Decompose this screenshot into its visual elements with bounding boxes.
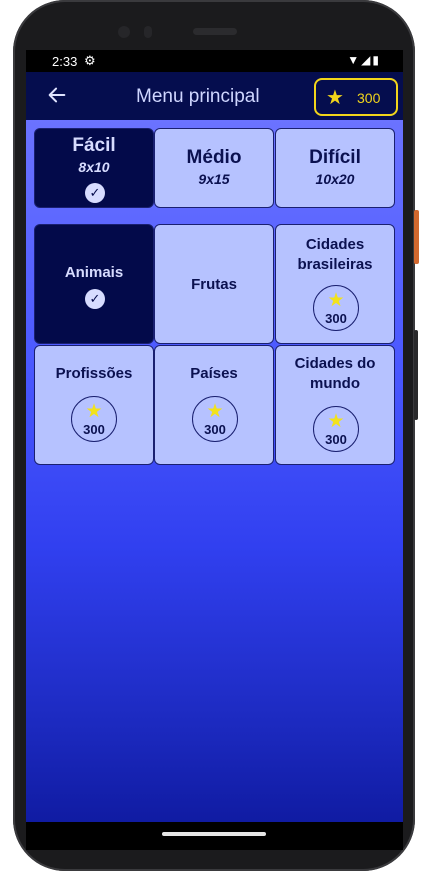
- front-sensor: [144, 26, 152, 38]
- unlock-cost: 300: [204, 422, 226, 437]
- difficulty-medium[interactable]: Médio 9x15: [154, 128, 274, 208]
- unlock-cost-badge: ★ 300: [71, 396, 117, 442]
- category-name: Cidades brasileiras: [297, 236, 373, 273]
- arrow-left-icon: [48, 87, 66, 103]
- wifi-icon: ▼: [347, 53, 362, 67]
- power-button: [414, 210, 419, 264]
- earpiece-speaker: [193, 28, 237, 35]
- category-animais[interactable]: Animais ✓: [34, 224, 154, 344]
- unlock-cost: 300: [325, 432, 347, 447]
- unlock-cost-badge: ★ 300: [192, 396, 238, 442]
- star-icon: ★: [206, 401, 224, 422]
- app-bar: Menu principal ★ 300: [26, 72, 403, 120]
- difficulty-size: 10x20: [315, 171, 355, 187]
- navigation-bar: [26, 822, 403, 850]
- settings-icon: ⚙: [84, 53, 96, 68]
- category-cidades-brasileiras[interactable]: Cidades brasileiras ★ 300: [275, 224, 395, 344]
- category-paises[interactable]: Países ★ 300: [154, 345, 274, 465]
- difficulty-hard[interactable]: Difícil 10x20: [275, 128, 395, 208]
- score-value: 300: [357, 90, 381, 106]
- star-icon: ★: [326, 87, 344, 109]
- volume-button: [414, 330, 418, 420]
- screen: 2:33 ⚙ ▼◢▮ Menu principal ★ 300 Fácil 8x…: [26, 50, 403, 850]
- difficulty-size: 8x10: [78, 159, 110, 175]
- difficulty-easy[interactable]: Fácil 8x10 ✓: [34, 128, 154, 208]
- battery-icon: ▮: [372, 53, 381, 67]
- status-bar: 2:33 ⚙ ▼◢▮: [26, 50, 403, 72]
- unlock-cost: 300: [325, 311, 347, 326]
- front-camera: [118, 26, 130, 38]
- category-name: Frutas: [191, 276, 237, 293]
- category-name: Países: [190, 365, 238, 382]
- back-button[interactable]: [46, 84, 70, 108]
- difficulty-size: 9x15: [198, 171, 230, 187]
- signal-icon: ◢: [361, 53, 373, 67]
- difficulty-name: Difícil: [309, 147, 361, 168]
- category-name: Profissões: [55, 365, 133, 382]
- unlock-cost-badge: ★ 300: [313, 285, 359, 331]
- unlock-cost-badge: ★ 300: [313, 406, 359, 452]
- category-frutas[interactable]: Frutas: [154, 224, 274, 344]
- difficulty-name: Médio: [186, 147, 242, 168]
- category-name: Cidades do mundo: [294, 355, 376, 392]
- menu-content: Fácil 8x10 ✓ Médio 9x15 Difícil 10x20 An…: [26, 120, 403, 830]
- star-icon: ★: [327, 290, 345, 311]
- home-gesture-handle[interactable]: [162, 832, 266, 836]
- star-icon: ★: [327, 411, 345, 432]
- page-title: Menu principal: [136, 86, 260, 107]
- category-name: Animais: [64, 264, 124, 281]
- check-icon: ✓: [85, 289, 105, 309]
- star-icon: ★: [85, 401, 103, 422]
- check-icon: ✓: [85, 183, 105, 203]
- unlock-cost: 300: [83, 422, 105, 437]
- difficulty-name: Fácil: [72, 135, 116, 156]
- status-time: 2:33: [52, 54, 78, 69]
- category-cidades-do-mundo[interactable]: Cidades do mundo ★ 300: [275, 345, 395, 465]
- score-button[interactable]: ★ 300: [314, 78, 398, 116]
- category-profissoes[interactable]: Profissões ★ 300: [34, 345, 154, 465]
